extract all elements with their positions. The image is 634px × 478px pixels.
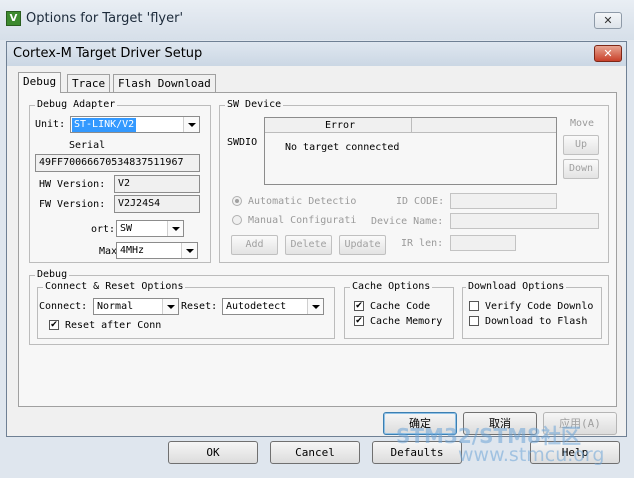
delete-button[interactable]: Delete [285,235,332,255]
verify-code-checkbox[interactable] [469,301,479,311]
fw-version-label: FW Version: [39,199,106,210]
move-down-button[interactable]: Down [563,159,599,179]
connect-reset-label: Connect & Reset Options [43,281,186,293]
sw-device-grid[interactable]: Error No target connected [264,117,557,185]
connect-label: Connect: [39,301,88,312]
download-to-flash-checkbox[interactable] [469,316,479,326]
unit-select[interactable]: ST-LINK/V2 [70,116,200,133]
connect-select[interactable]: Normal [93,298,179,315]
download-to-flash-label: Download to Flash [485,316,588,327]
verify-code-label: Verify Code Downlo [485,301,594,312]
outer-close-button[interactable]: ✕ [594,12,622,29]
swdio-label: SWDIO [227,137,258,148]
grid-column-error: Error [325,120,356,131]
outer-window-title: Options for Target 'flyer' [26,11,184,26]
port-label: ort: [91,224,116,235]
cache-options-label: Cache Options [350,281,433,293]
chevron-down-icon [307,299,323,314]
app-icon: V [6,11,21,26]
chevron-down-icon [183,117,199,132]
close-icon: ✕ [603,47,613,60]
unit-label: Unit: [35,119,66,130]
port-select[interactable]: SW [116,220,184,237]
close-icon: ✕ [603,14,613,27]
unit-value: ST-LINK/V2 [72,118,137,132]
download-options-group [462,287,602,339]
chevron-down-icon [167,221,183,236]
max-clock-select[interactable]: 4MHz [116,242,198,259]
cache-options-group [344,287,454,339]
hw-version-label: HW Version: [39,179,106,190]
manual-configuration-radio[interactable] [232,215,242,225]
port-value: SW [120,223,133,234]
target-driver-setup-dialog: Cortex-M Target Driver Setup ✕ Debug Tra… [6,41,627,437]
dialog-titlebar: Cortex-M Target Driver Setup ✕ [7,42,626,66]
serial-field: 49FF70066670534837511967 [35,154,200,172]
reset-label: Reset: [181,301,218,312]
id-code-label: ID CODE: [396,196,445,207]
device-name-field[interactable] [450,213,599,229]
manual-configuration-label: Manual Configurati [248,215,357,226]
watermark-line2: www.stmcu.org [458,444,605,466]
reset-select[interactable]: Autodetect [222,298,324,315]
outer-ok-button[interactable]: OK [168,441,258,464]
fw-version-field: V2J24S4 [114,195,200,213]
update-button[interactable]: Update [339,235,386,255]
grid-column-separator [411,118,412,133]
automatic-detection-radio[interactable] [232,196,242,206]
download-options-label: Download Options [466,281,567,293]
tab-debug[interactable]: Debug [18,72,62,93]
cache-memory-checkbox[interactable]: ✔ [354,316,364,326]
grid-row-text: No target connected [285,142,400,153]
id-code-field[interactable] [450,193,557,209]
debug-adapter-label: Debug Adapter [35,99,118,111]
cache-memory-label: Cache Memory [370,316,443,327]
max-clock-value: 4MHz [120,245,145,256]
tab-flash-download[interactable]: Flash Download [113,74,216,93]
ir-len-field[interactable] [450,235,516,251]
connect-value: Normal [97,301,134,312]
device-name-label: Device Name: [371,216,444,227]
ir-len-label: IR len: [401,238,444,249]
dialog-close-button[interactable]: ✕ [594,45,622,62]
hw-version-field: V2 [114,175,200,193]
debug-tab-panel: Debug Adapter Unit: ST-LINK/V2 Serial 49… [18,92,617,407]
serial-label: Serial [69,140,106,151]
chevron-down-icon [162,299,178,314]
max-clock-label: Max [99,246,118,257]
move-up-button[interactable]: Up [563,135,599,155]
dialog-title: Cortex-M Target Driver Setup [13,46,203,61]
reset-value: Autodetect [226,301,287,312]
tab-trace[interactable]: Trace [67,74,111,93]
move-label: Move [570,118,595,129]
outer-window-titlebar: V Options for Target 'flyer' ✕ [0,0,634,40]
cache-code-checkbox[interactable]: ✔ [354,301,364,311]
reset-after-conn-label: Reset after Conn [65,320,162,331]
outer-cancel-button[interactable]: Cancel [270,441,360,464]
sw-device-label: SW Device [225,99,284,111]
debug-group-label: Debug [35,269,70,281]
automatic-detection-label: Automatic Detectio [248,196,357,207]
cache-code-label: Cache Code [370,301,431,312]
chevron-down-icon [181,243,197,258]
reset-after-conn-checkbox[interactable]: ✔ [49,320,59,330]
add-button[interactable]: Add [231,235,278,255]
